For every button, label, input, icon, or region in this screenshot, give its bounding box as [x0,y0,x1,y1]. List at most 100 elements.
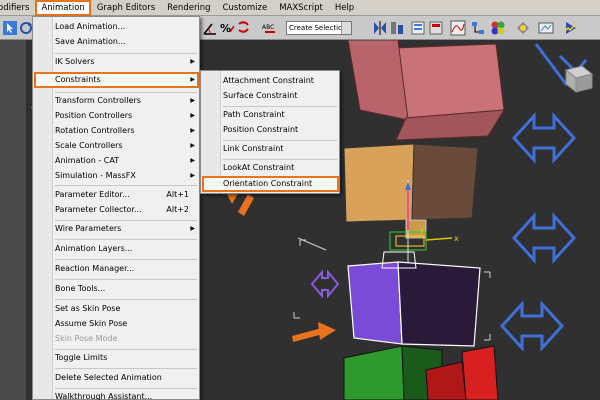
menu-modifiers[interactable]: odifiers [0,0,35,16]
menu-separator [55,259,197,260]
menu-item-animation-cat[interactable]: Animation - CAT ▶ [53,153,199,168]
menu-item-position-controllers[interactable]: Position Controllers ▶ [53,108,199,123]
menu-item-constraints[interactable]: Constraints ▶ [34,72,199,88]
menu-separator [55,368,197,369]
menu-item-transform-controllers[interactable]: Transform Controllers ▶ [53,93,199,108]
menu-item-path-constraint[interactable]: Path Constraint [221,107,339,122]
menu-item-label: Orientation Constraint [223,179,313,188]
render-frame-icon[interactable] [538,20,554,36]
menu-graph-editors[interactable]: Graph Editors [91,0,161,16]
edit-named-sets-icon[interactable]: ABC [262,20,278,36]
constraints-submenu: Attachment Constraint Surface Constraint… [200,70,340,194]
menu-item-assume-skin-pose[interactable]: Assume Skin Pose [53,316,199,331]
orange-box[interactable] [343,143,479,223]
ribbon-icon[interactable] [428,20,444,36]
submenu-arrow-icon: ▶ [190,225,195,232]
blue-helper-lower [511,212,577,264]
menu-maxscript[interactable]: MAXScript [273,0,329,16]
menu-item-animation-layers[interactable]: Animation Layers... [53,241,199,256]
svg-text:ABC: ABC [262,24,274,31]
menu-item-surface-constraint[interactable]: Surface Constraint [221,88,339,103]
svg-text:%: % [220,22,231,35]
menu-item-wire-parameters[interactable]: Wire Parameters ▶ [53,221,199,236]
menu-item-label: Simulation - MassFX [55,171,136,180]
layer-icon[interactable] [410,20,426,36]
menu-item-label: Animation Layers... [55,244,133,253]
menu-item-shortcut: Alt+1 [166,190,189,199]
selection-set-dropdown[interactable]: Create Selection Se [286,21,352,35]
menu-animation[interactable]: Animation [35,0,91,16]
menu-item-label: Animation - CAT [55,156,120,165]
submenu-arrow-icon: ▶ [190,157,195,164]
menu-gutter [201,71,221,193]
menu-item-label: Link Constraint [223,144,284,153]
menu-item-label: Position Constraint [223,125,299,134]
purple-box[interactable] [347,251,481,360]
menu-item-label: Parameter Collector... [55,205,142,214]
menu-item-link-constraint[interactable]: Link Constraint [221,141,339,156]
menu-item-set-as-skin-pose[interactable]: Set as Skin Pose [53,301,199,316]
menu-item-lookat-constraint[interactable]: LookAt Constraint [221,160,339,175]
menu-item-label: Bone Tools... [55,284,106,293]
curve-editor-icon[interactable] [450,20,466,36]
menu-item-rotation-controllers[interactable]: Rotation Controllers ▶ [53,123,199,138]
menu-item-save-animation[interactable]: Save Animation... [53,34,199,49]
menu-item-label: Scale Controllers [55,141,123,150]
menu-item-parameter-collector[interactable]: Parameter Collector... Alt+2 [53,202,199,217]
menu-item-load-animation[interactable]: Load Animation... [53,19,199,34]
menu-customize[interactable]: Customize [217,0,274,16]
select-icon[interactable] [2,20,18,36]
menu-item-attachment-constraint[interactable]: Attachment Constraint [221,73,339,88]
menu-rendering[interactable]: Rendering [161,0,216,16]
menu-item-label: IK Solvers [55,57,95,66]
menu-item-delete-selected-animation[interactable]: Delete Selected Animation [53,370,199,385]
menu-item-label: Parameter Editor... [55,190,130,199]
menu-separator [55,299,197,300]
menu-item-shortcut: Alt+2 [166,205,189,214]
menu-item-simulation-massfx[interactable]: Simulation - MassFX ▶ [53,168,199,183]
menu-item-orientation-constraint[interactable]: Orientation Constraint [202,176,339,192]
material-editor-icon[interactable] [490,20,506,36]
schematic-icon[interactable] [470,20,486,36]
menu-item-parameter-editor[interactable]: Parameter Editor... Alt+1 [53,187,199,202]
menu-item-label: Walkthrough Assistant... [55,392,153,400]
menu-item-label: Save Animation... [55,37,126,46]
align-icon[interactable] [389,20,405,36]
menu-item-label: Path Constraint [223,110,285,119]
chevron-down-icon[interactable] [341,22,351,34]
menu-item-skin-pose-mode: Skin Pose Mode [53,331,199,346]
render-setup-icon[interactable] [515,20,531,36]
pink-box[interactable] [347,40,505,141]
menu-help[interactable]: Help [329,0,360,16]
submenu-arrow-icon: ▶ [190,142,195,149]
menu-item-label: Constraints [55,75,101,84]
menu-separator [55,279,197,280]
menu-item-position-constraint[interactable]: Position Constraint [221,122,339,137]
menu-item-label: Wire Parameters [55,224,122,233]
angle-snap-icon[interactable] [202,20,218,36]
menu-item-label: Transform Controllers [55,96,141,105]
menu-item-label: Position Controllers [55,111,133,120]
menu-item-label: Assume Skin Pose [55,319,128,328]
submenu-arrow-icon: ▶ [190,112,195,119]
menu-item-ik-solvers[interactable]: IK Solvers ▶ [53,54,199,69]
menu-item-scale-controllers[interactable]: Scale Controllers ▶ [53,138,199,153]
percent-snap-icon[interactable]: % [219,20,235,36]
menu-item-toggle-limits[interactable]: Toggle Limits [53,350,199,365]
render-icon[interactable] [562,20,578,36]
spinner-snap-icon[interactable] [236,20,252,36]
menu-item-walkthrough-assistant[interactable]: Walkthrough Assistant... [53,389,199,400]
menu-item-label: Rotation Controllers [55,126,135,135]
submenu-arrow-icon: ▶ [190,76,195,83]
axis-x-label: x [454,234,459,243]
menu-item-label: Skin Pose Mode [55,334,118,343]
mirror-icon[interactable] [372,20,388,36]
view-cube[interactable] [564,65,594,94]
menu-item-bone-tools[interactable]: Bone Tools... [53,281,199,296]
menu-item-reaction-manager[interactable]: Reaction Manager... [53,261,199,276]
submenu-arrow-icon: ▶ [190,127,195,134]
menu-item-label: Delete Selected Animation [55,373,162,382]
left-strip [0,40,26,400]
menu-item-label: Reaction Manager... [55,264,135,273]
menu-item-label: LookAt Constraint [223,163,295,172]
